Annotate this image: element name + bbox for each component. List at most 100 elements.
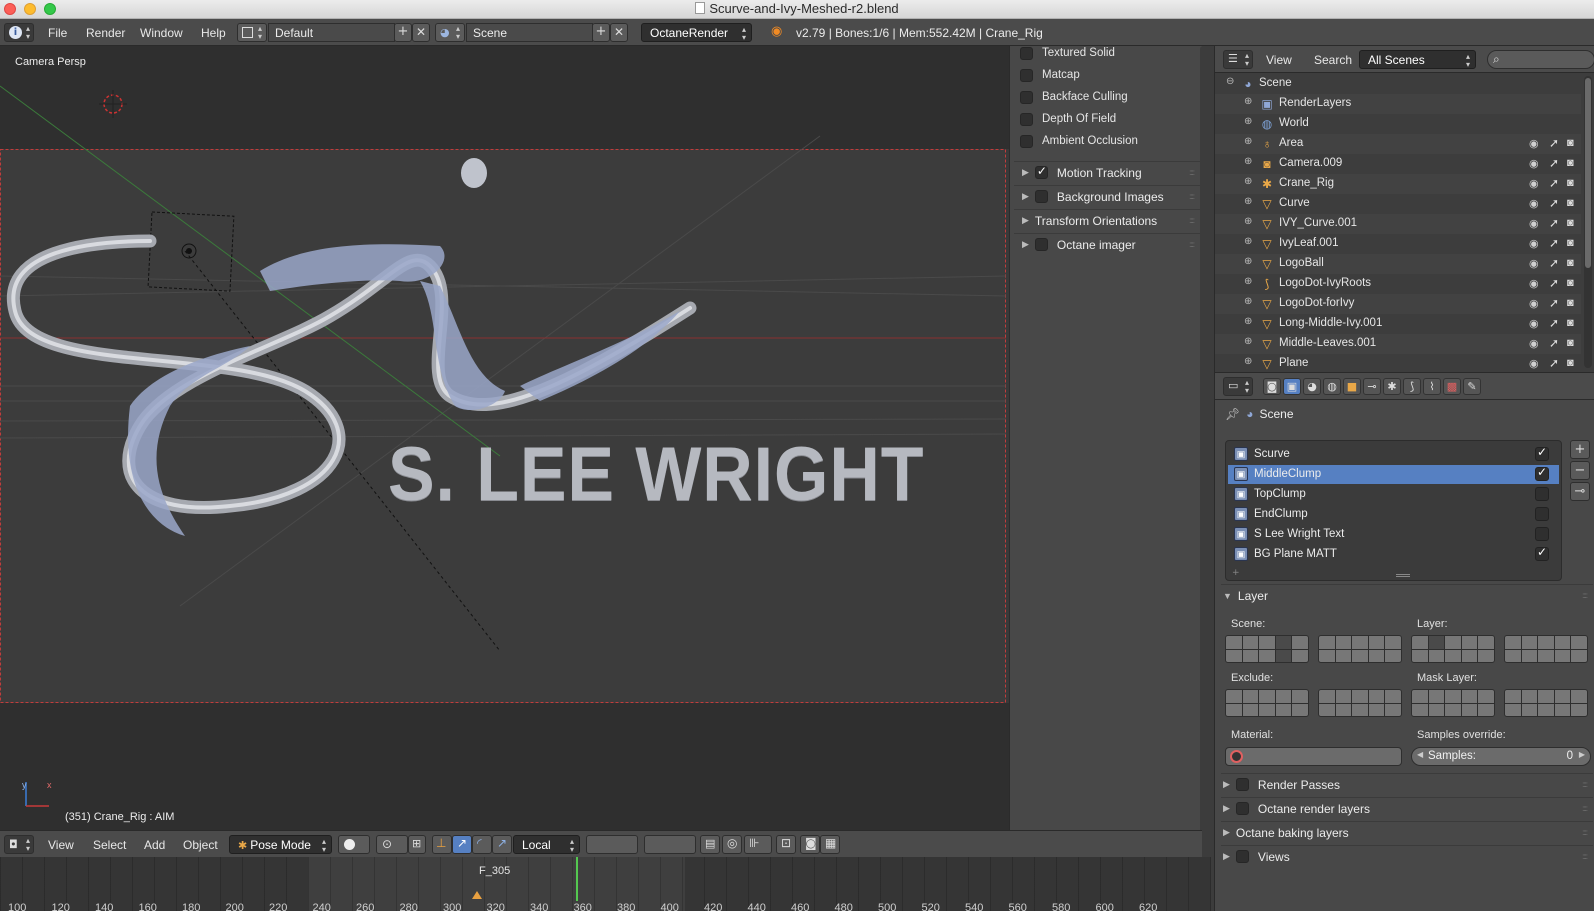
outliner-item[interactable]: ⊕ ▽ LogoBall ◉ ➚ ◙ <box>1215 254 1581 274</box>
panel-enable-checkbox[interactable] <box>1235 778 1249 791</box>
scene-browse-button[interactable]: ◕ ▴ ▾ <box>435 23 465 42</box>
outliner-item-name[interactable]: LogoBall <box>1279 257 1324 269</box>
menu-render[interactable]: Render <box>86 26 125 40</box>
outliner-item-name[interactable]: Middle-Leaves.001 <box>1279 337 1376 349</box>
layer-panel-header[interactable]: ▼ Layer :::: <box>1221 584 1593 606</box>
outliner-item-name[interactable]: Plane <box>1279 357 1308 369</box>
material-override-field[interactable] <box>1225 747 1402 766</box>
list-resize-grip-icon[interactable] <box>1396 574 1410 577</box>
background-images-checkbox[interactable] <box>1034 190 1048 203</box>
render-layer-grid-a[interactable] <box>1411 635 1495 663</box>
add-scene-icon[interactable]: + <box>592 23 610 42</box>
pivot-dropdown[interactable]: ⊙ <box>376 835 408 854</box>
render-layer-item[interactable]: ▣ S Lee Wright Text <box>1228 525 1559 544</box>
outliner-item-name[interactable]: IvyLeaf.001 <box>1279 237 1338 249</box>
texture-tab-icon[interactable]: ✎ <box>1463 378 1481 395</box>
outliner-item[interactable]: ⊕ ◙ Camera.009 ◉ ➚ ◙ <box>1215 154 1581 174</box>
textured-solid-option[interactable]: Textured Solid <box>1020 43 1115 63</box>
render-layer-item[interactable]: ▣ EndClump <box>1228 505 1559 524</box>
outliner-item[interactable]: ⊕ ▽ Plane ◉ ➚ ◙ <box>1215 354 1581 374</box>
background-images-panel[interactable]: ▶ Background Images:::: <box>1014 185 1200 207</box>
scale-manipulator[interactable]: ◜ <box>472 835 492 854</box>
render-still-button[interactable]: ◙ <box>800 835 820 854</box>
editor-type-button[interactable]: ☰ ▴ ▾ <box>1223 50 1253 69</box>
expand-icon[interactable]: ⊕ <box>1244 157 1254 167</box>
outliner-item-name[interactable]: Curve <box>1279 197 1310 209</box>
outliner-item[interactable]: ⊕ ◍ World <box>1215 114 1581 134</box>
renderability-camera-icon[interactable]: ◙ <box>1567 257 1574 269</box>
selectability-cursor-icon[interactable]: ➚ <box>1549 236 1559 250</box>
backface-culling-checkbox[interactable] <box>1020 90 1033 104</box>
renderability-camera-icon[interactable]: ◙ <box>1567 157 1574 169</box>
motion-tracking-checkbox[interactable] <box>1034 164 1048 179</box>
snap-element-dropdown[interactable]: ⊪ <box>744 835 772 854</box>
render-layer-enabled-checkbox[interactable] <box>1535 445 1549 461</box>
keyframe-marker-icon[interactable] <box>472 891 482 899</box>
render-animation-button[interactable]: ▦ <box>820 835 840 854</box>
renderability-camera-icon[interactable]: ◙ <box>1567 237 1574 249</box>
expand-icon[interactable]: ⊕ <box>1244 177 1254 187</box>
octane-imager-panel[interactable]: ▶ Octane imager:::: <box>1014 233 1200 255</box>
outliner-item-name[interactable]: World <box>1279 117 1309 129</box>
outliner-item-name[interactable]: Long-Middle-Ivy.001 <box>1279 317 1382 329</box>
drag-grip-icon[interactable]: :::: <box>1582 804 1588 813</box>
samples-field[interactable]: ◀ Samples: 0 ▶ <box>1411 747 1591 766</box>
panel-enable-checkbox[interactable] <box>1235 850 1249 863</box>
outliner-item[interactable]: ⊕ ▽ IvyLeaf.001 ◉ ➚ ◙ <box>1215 234 1581 254</box>
renderability-camera-icon[interactable]: ◙ <box>1567 197 1574 209</box>
scene-layers-grid-a[interactable] <box>1225 635 1309 663</box>
ambient-occlusion-option[interactable]: Ambient Occlusion <box>1020 131 1138 151</box>
motion-tracking-panel[interactable]: ▶ Motion Tracking:::: <box>1014 161 1200 183</box>
render-layer-pin-button[interactable]: ⊸ <box>1570 482 1590 501</box>
expand-icon[interactable]: ⊕ <box>1244 97 1254 107</box>
scene-layers-grid-b[interactable] <box>1318 635 1402 663</box>
screen-layout-field[interactable]: Default <box>268 23 395 42</box>
remove-render-layer-button[interactable]: − <box>1570 461 1590 480</box>
screen-layout-browse-button[interactable]: ▴ ▾ <box>237 23 267 42</box>
depth-of-field-option[interactable]: Depth Of Field <box>1020 109 1116 129</box>
expand-icon[interactable]: ⊕ <box>1244 317 1254 327</box>
renderability-camera-icon[interactable]: ◙ <box>1567 317 1574 329</box>
selectability-cursor-icon[interactable]: ➚ <box>1549 296 1559 310</box>
visibility-eye-icon[interactable]: ◉ <box>1529 237 1539 250</box>
backface-culling-option[interactable]: Backface Culling <box>1020 87 1128 107</box>
menu-file[interactable]: File <box>48 26 67 40</box>
constraints-tab-icon[interactable]: ⊸ <box>1363 378 1381 395</box>
selectability-cursor-icon[interactable]: ➚ <box>1549 136 1559 150</box>
manipulator-toggle[interactable]: ⊞ <box>408 835 426 854</box>
renderability-camera-icon[interactable]: ◙ <box>1567 137 1574 149</box>
visibility-eye-icon[interactable]: ◉ <box>1529 317 1539 330</box>
drag-grip-icon[interactable]: :::: <box>1189 192 1195 201</box>
render-layer-enabled-checkbox[interactable] <box>1535 545 1549 561</box>
outliner-search-input[interactable]: ⌕ <box>1487 50 1594 69</box>
visibility-eye-icon[interactable]: ◉ <box>1529 357 1539 370</box>
transform-orientations-panel[interactable]: ▶ Transform Orientations:::: <box>1014 209 1200 231</box>
expand-icon[interactable]: ⊕ <box>1244 357 1254 367</box>
translate-manipulator[interactable]: ⊥ <box>432 835 452 854</box>
outliner-item[interactable]: ⊕ ▽ IVY_Curve.001 ◉ ➚ ◙ <box>1215 214 1581 234</box>
display-mode-dropdown[interactable]: All Scenes ▴ ▾ <box>1359 50 1476 69</box>
pin-icon[interactable]: 📌︎ <box>1225 407 1240 421</box>
visibility-eye-icon[interactable]: ◉ <box>1529 297 1539 310</box>
outliner-item[interactable]: ⊕ ▽ Long-Middle-Ivy.001 ◉ ➚ ◙ <box>1215 314 1581 334</box>
render-layer-name[interactable]: MiddleClump <box>1254 468 1321 480</box>
transform-manipulator[interactable]: ↗ <box>492 835 512 854</box>
material-tab-icon[interactable]: ▩ <box>1443 378 1461 395</box>
collapsed-panel-header[interactable]: ▶ Octane baking layers:::: <box>1221 821 1593 843</box>
ambient-occlusion-checkbox[interactable] <box>1020 134 1033 148</box>
visibility-eye-icon[interactable]: ◉ <box>1529 277 1539 290</box>
render-layer-name[interactable]: S Lee Wright Text <box>1254 528 1344 540</box>
outliner-item[interactable]: ⊕ ♁ Area ◉ ➚ ◙ <box>1215 134 1581 154</box>
delete-screen-icon[interactable]: ✕ <box>412 23 430 42</box>
collapsed-panel-header[interactable]: ▶ Views:::: <box>1221 845 1593 867</box>
visibility-eye-icon[interactable]: ◉ <box>1529 197 1539 210</box>
visibility-eye-icon[interactable]: ◉ <box>1529 177 1539 190</box>
expand-icon[interactable]: ⊕ <box>1244 277 1254 287</box>
delete-scene-icon[interactable]: ✕ <box>610 23 628 42</box>
outliner-item-name[interactable]: RenderLayers <box>1279 97 1351 109</box>
selectability-cursor-icon[interactable]: ➚ <box>1549 176 1559 190</box>
current-frame-marker[interactable] <box>576 857 578 901</box>
timeline[interactable]: F_305 100 120 140 160 180 200 220 240 260 280 300 3… <box>0 857 1211 911</box>
outliner-item[interactable]: ⊕ ▽ Curve ◉ ➚ ◙ <box>1215 194 1581 214</box>
menu-select[interactable]: Select <box>93 838 126 852</box>
